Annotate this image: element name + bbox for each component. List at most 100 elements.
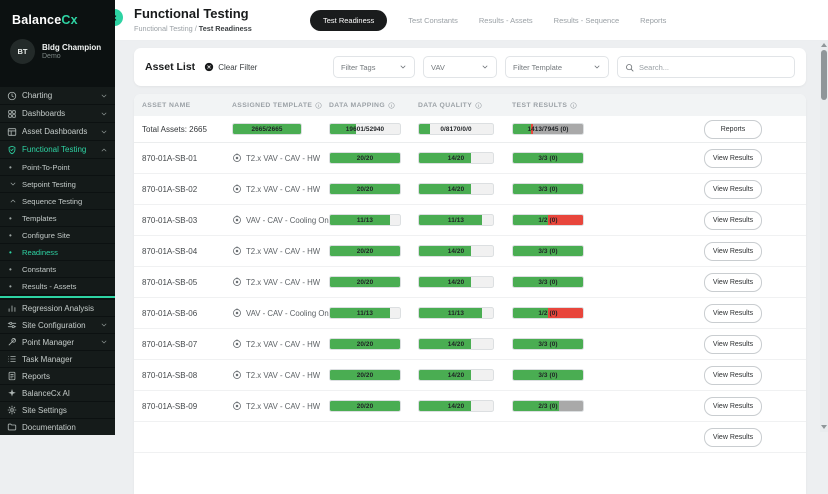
sidebar-item-label: Site Configuration [22,321,95,330]
filter-tags-select[interactable]: Filter Tags [333,56,415,78]
view-results-button[interactable]: View Results [704,366,762,385]
tab-results-sequence[interactable]: Results - Sequence [554,16,619,25]
bar-value: 14/20 [419,370,493,380]
grid-icon [7,109,17,119]
tab-test-readiness[interactable]: Test Readiness [310,10,387,31]
view-results-button[interactable]: View Results [704,304,762,323]
scroll-down-arrow-icon[interactable] [821,425,827,429]
sidebar-item-functional-testing[interactable]: Functional Testing [0,141,115,158]
bar-value: 20/20 [330,370,400,380]
data-mapping-cell: 20/20 [329,183,418,195]
clear-filter-label: Clear Filter [218,63,257,72]
sidebar-item-reports[interactable]: Reports [0,368,115,384]
target-icon [232,277,242,287]
search-input[interactable] [639,63,787,72]
bullet-marker: • [9,231,17,240]
sidebar-item-site-configuration[interactable]: Site Configuration [0,317,115,333]
data-mapping-cell: 20/20 [329,400,418,412]
breadcrumb-current: Test Readiness [199,24,252,33]
search-box [617,56,795,78]
bar-value: 1413/7945 (0) [513,124,583,134]
info-icon [388,102,395,109]
chevron-down-icon [481,63,489,71]
view-results-button[interactable]: View Results [704,397,762,416]
sidebar-item-task-manager[interactable]: Task Manager [0,351,115,367]
view-results-button[interactable]: View Results [704,242,762,261]
sidebar-item-results-assets[interactable]: •Results - Assets [0,278,115,294]
column-header-data-quality: DATA QUALITY [418,102,512,109]
sidebar-item-label: Readiness [22,248,58,257]
sidebar-item-label: Reports [22,372,108,381]
logo-primary: Balance [12,13,61,27]
test-results-cell: 3/3 (0) [512,338,622,350]
sparkle-icon [7,388,17,398]
sidebar-item-site-settings[interactable]: Site Settings [0,402,115,418]
sidebar-item-balancecx-ai[interactable]: BalanceCx AI [0,385,115,401]
data-quality-bar: 14/20 [418,276,494,288]
sidebar-item-dashboards[interactable]: Dashboards [0,105,115,122]
sidebar-item-asset-dashboards[interactable]: Asset Dashboards [0,123,115,140]
asset-name: 870-01A-SB-05 [142,278,232,287]
assigned-template-cell: T2.x VAV - CAV - HW [232,246,329,256]
breadcrumb-parent[interactable]: Functional Testing [134,24,193,33]
scrollbar-thumb[interactable] [821,50,827,100]
user-profile[interactable]: BT Bldg Champion Demo [0,27,115,64]
tab-test-constants[interactable]: Test Constants [408,16,458,25]
view-results-button[interactable]: View Results [704,273,762,292]
info-icon [475,102,482,109]
logo-accent: Cx [61,13,77,27]
sidebar-item-point-to-point[interactable]: •Point-To-Point [0,159,115,175]
chevron-up-icon [9,197,17,205]
table-row: 870-01A-SB-04T2.x VAV - CAV - HW20/2014/… [134,236,806,267]
sidebar-item-readiness[interactable]: • Readiness [0,244,115,260]
clear-filter-button[interactable]: Clear Filter [204,62,257,72]
info-icon [315,102,322,109]
bullet-marker: • [9,214,17,223]
sidebar-nav-sub: •Point-To-PointSetpoint TestingSequence … [0,159,115,295]
sidebar-item-templates[interactable]: •Templates [0,210,115,226]
sidebar-item-documentation[interactable]: Documentation [0,419,115,435]
template-name: T2.x VAV - CAV - HW [246,247,320,256]
data-quality-cell: 14/20 [418,338,512,350]
bar-value: 20/20 [330,184,400,194]
top-bar: Functional Testing Functional Testing / … [115,0,828,40]
reports-button[interactable]: Reports [704,120,762,139]
asset-type-select[interactable]: VAV [423,56,497,78]
table-row: 870-01A-SB-02T2.x VAV - CAV - HW20/2014/… [134,174,806,205]
data-mapping-cell: 20/20 [329,276,418,288]
asset-name: 870-01A-SB-06 [142,309,232,318]
tab-results-assets[interactable]: Results - Assets [479,16,533,25]
sidebar-item-label: BalanceCx AI [22,389,108,398]
tab-reports[interactable]: Reports [640,16,666,25]
sidebar-item-constants[interactable]: •Constants [0,261,115,277]
bullet-marker: • [9,248,17,257]
view-results-button[interactable]: View Results [704,335,762,354]
view-results-button[interactable]: View Results [704,428,762,447]
data-mapping-cell: 20/20 [329,152,418,164]
data-mapping-cell: 11/13 [329,307,418,319]
view-results-button[interactable]: View Results [704,180,762,199]
data-quality-bar: 11/13 [418,214,494,226]
scroll-up-arrow-icon[interactable] [821,43,827,47]
bar-value: 14/20 [419,184,493,194]
chevron-down-icon [399,63,407,71]
table-total-row: Total Assets: 2665 2665/2665 19601/52940… [134,116,806,143]
view-results-button[interactable]: View Results [704,149,762,168]
sidebar-item-regression-analysis[interactable]: Regression Analysis [0,300,115,316]
wrench-icon [7,337,17,347]
sidebar-item-charting[interactable]: Charting [0,87,115,104]
avatar: BT [10,39,35,64]
sidebar-item-setpoint-testing[interactable]: Setpoint Testing [0,176,115,192]
target-icon [232,370,242,380]
test-results-cell: 1/2 (0) [512,307,622,319]
chart-bars-icon [7,303,17,313]
sidebar-item-sequence-testing[interactable]: Sequence Testing [0,193,115,209]
template-name: VAV - CAV - Cooling Only [246,216,334,225]
filter-template-select[interactable]: Filter Template [505,56,609,78]
vertical-scrollbar[interactable] [820,40,828,432]
test-results-cell: 1/2 (0) [512,214,622,226]
sidebar-item-point-manager[interactable]: Point Manager [0,334,115,350]
view-results-button[interactable]: View Results [704,211,762,230]
sidebar-item-configure-site[interactable]: •Configure Site [0,227,115,243]
bar-value: 0/8170/0/0 [419,124,493,134]
